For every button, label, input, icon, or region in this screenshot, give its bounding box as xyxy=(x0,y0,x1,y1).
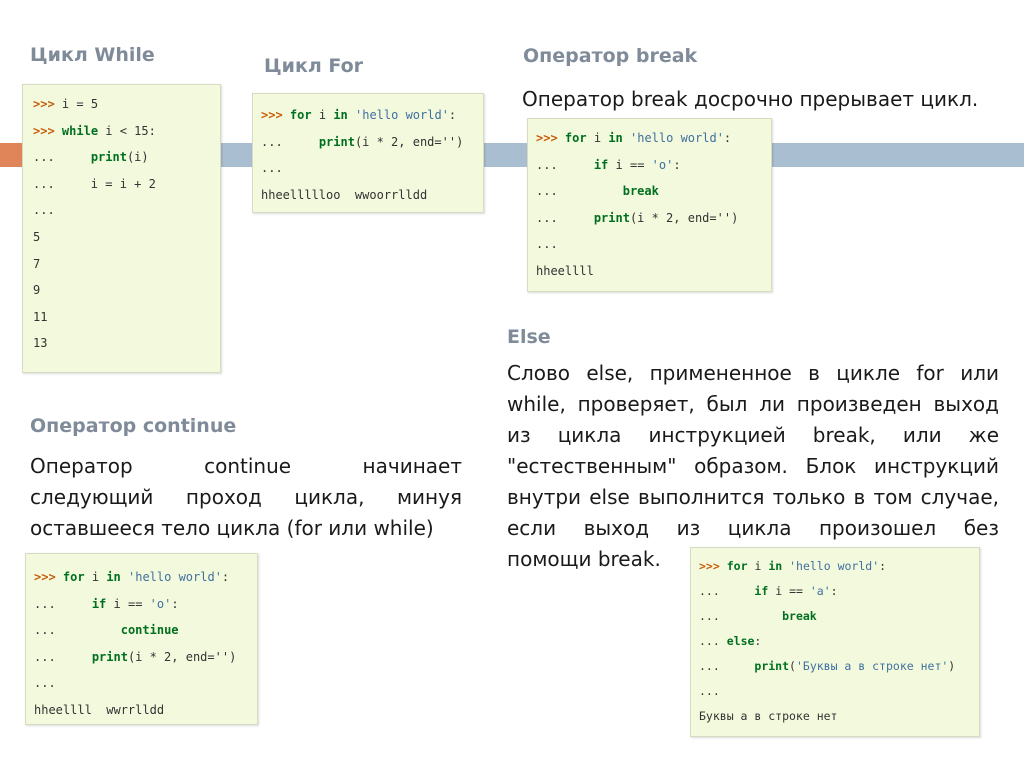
code-line: ... break xyxy=(536,184,659,199)
code-line: ... print('Буквы а в строке нет') xyxy=(699,659,956,673)
heading-for: Цикл For xyxy=(264,55,363,77)
paragraph-line: Слово else, примененное в цикле for или xyxy=(507,361,999,385)
code-line: >>> i = 5 xyxy=(33,97,99,111)
code-line: ... xyxy=(536,237,558,252)
code-line: ... break xyxy=(699,609,817,623)
heading-continue: Оператор continue xyxy=(30,415,237,437)
paragraph-break: Оператор break досрочно прерывает цикл. xyxy=(522,87,979,111)
output-line: hheellll xyxy=(536,263,594,278)
code-line: ... print(i) xyxy=(33,150,149,165)
code-block-for: >>> for i in 'hello world': ... print(i … xyxy=(252,93,484,213)
output-line: hheellllloo wwoorrlldd xyxy=(261,187,428,202)
paragraph-line: Оператор continue начинает xyxy=(30,454,462,478)
decorative-accent xyxy=(0,143,22,167)
output-line: 7 xyxy=(33,256,41,271)
code-block-else: >>> for i in 'hello world': ... if i == … xyxy=(690,547,980,737)
code-line: ... print(i * 2, end='') xyxy=(34,649,237,664)
code-line: ... xyxy=(33,203,55,218)
code-line: ... xyxy=(261,161,283,176)
heading-break: Оператор break xyxy=(523,45,698,67)
paragraph-else: Слово else, примененное в цикле for или … xyxy=(507,358,999,575)
code-line: ... xyxy=(34,676,56,691)
code-block-while: >>> i = 5 >>> while i < 15: ... print(i)… xyxy=(22,84,221,373)
paragraph-continue: Оператор continue начинает следующий про… xyxy=(30,451,462,544)
code-line: ... xyxy=(699,684,720,698)
output-line: 5 xyxy=(33,229,41,244)
code-line: ... else: xyxy=(699,634,762,648)
code-line: ... if i == 'o': xyxy=(536,157,681,172)
paragraph-line: следующий проход цикла, минуя xyxy=(30,485,462,509)
code-line: ... print(i * 2, end='') xyxy=(261,134,464,149)
output-line: 9 xyxy=(33,283,41,298)
code-line: ... i = i + 2 xyxy=(33,176,156,191)
code-line: >>> for i in 'hello world': xyxy=(699,559,887,573)
code-line: >>> for i in 'hello world': xyxy=(536,131,732,145)
paragraph-line: while, проверяет, был ли произведен выхо… xyxy=(507,392,999,416)
paragraph-line: оставшееся тело цикла (for или while) xyxy=(30,516,434,540)
output-line: hheellll wwrrlldd xyxy=(34,702,165,717)
output-line: Буквы а в строке нет xyxy=(699,709,838,723)
code-line: >>> while i < 15: xyxy=(33,123,156,138)
code-line: >>> for i in 'hello world': xyxy=(34,570,230,584)
code-line: >>> for i in 'hello world': xyxy=(261,108,457,122)
output-line: 13 xyxy=(33,336,48,351)
code-line: ... if i == 'a': xyxy=(699,584,838,598)
heading-while: Цикл While xyxy=(30,44,155,66)
paragraph-line: "естественным" образом. Блок инструкций xyxy=(507,454,999,478)
code-line: ... continue xyxy=(34,623,179,638)
code-line: ... print(i * 2, end='') xyxy=(536,210,739,225)
paragraph-line: если выход из цикла произошел без xyxy=(507,516,999,540)
code-block-continue: >>> for i in 'hello world': ... if i == … xyxy=(25,553,258,725)
output-line: 11 xyxy=(33,309,48,324)
paragraph-line: внутри else выполнится только в том случ… xyxy=(507,485,999,509)
heading-else: Else xyxy=(507,326,551,348)
code-line: ... if i == 'o': xyxy=(34,596,179,611)
paragraph-line: из цикла инструкцией break, или же xyxy=(507,423,999,447)
code-block-break: >>> for i in 'hello world': ... if i == … xyxy=(527,118,772,292)
